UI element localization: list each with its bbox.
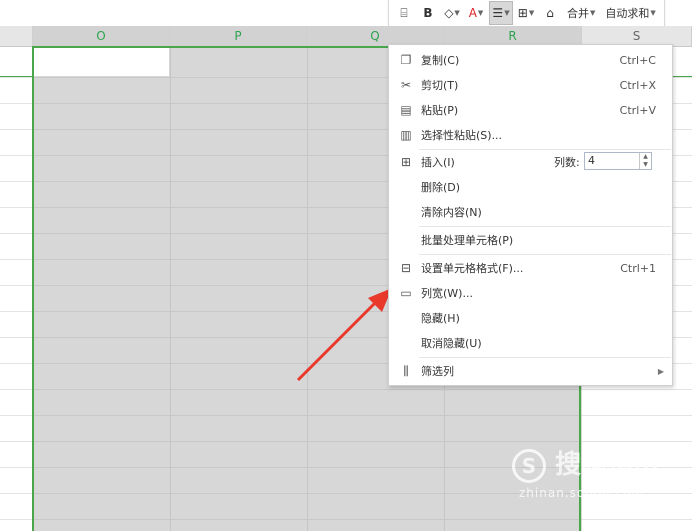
paste-special-icon: ▥ xyxy=(400,128,412,142)
watermark-url: zhinan.sogou.com xyxy=(519,486,645,500)
menu-item-format-cells[interactable]: ⊟ 设置单元格格式(F)... Ctrl+1 xyxy=(389,256,672,280)
menu-item-label: 插入(I) xyxy=(421,156,455,169)
menu-item-cut[interactable]: ✂ 剪切(T) Ctrl+X xyxy=(389,73,672,97)
watermark-logo-icon: S xyxy=(512,448,546,483)
menu-separator xyxy=(419,254,671,255)
menu-item-label: 粘贴(P) xyxy=(421,104,459,117)
menu-item-insert[interactable]: ⊞ 插入(I) 列数: 4 ▲ ▼ xyxy=(389,150,672,174)
column-count-input[interactable]: 4 ▲ ▼ xyxy=(584,152,652,170)
column-count-spinner[interactable]: ▲ ▼ xyxy=(639,153,651,169)
menu-item-label: 删除(D) xyxy=(421,181,461,194)
menu-item-label: 筛选列 xyxy=(421,365,454,378)
insert-columns-icon: ⊞ xyxy=(400,155,412,169)
context-menu: ❐ 复制(C) Ctrl+C ✂ 剪切(T) Ctrl+X ▤ 粘贴(P) Ct… xyxy=(388,44,673,386)
paste-icon: ▤ xyxy=(400,103,412,117)
copy-icon: ❐ xyxy=(400,53,412,67)
menu-item-paste-special[interactable]: ▥ 选择性粘贴(S)... xyxy=(389,123,672,147)
menu-separator xyxy=(419,226,671,227)
menu-item-label: 清除内容(N) xyxy=(421,206,482,219)
menu-item-batch-process[interactable]: 批量处理单元格(P) xyxy=(389,228,672,252)
menu-item-label: 剪切(T) xyxy=(421,79,459,92)
menu-item-label: 设置单元格格式(F)... xyxy=(421,262,524,275)
shortcut-label: Ctrl+1 xyxy=(620,261,656,275)
menu-separator xyxy=(419,357,671,358)
column-width-icon: ▭ xyxy=(400,286,412,300)
menu-item-label: 批量处理单元格(P) xyxy=(421,234,514,247)
menu-item-label: 选择性粘贴(S)... xyxy=(421,129,503,142)
menu-item-label: 隐藏(H) xyxy=(421,312,460,325)
shortcut-label: Ctrl+C xyxy=(619,53,656,67)
shortcut-label: Ctrl+X xyxy=(619,78,656,92)
column-count-value: 4 xyxy=(588,154,595,167)
filter-columns-icon: ⫼ xyxy=(403,364,409,378)
watermark-text: 搜狗指南 xyxy=(555,450,660,480)
menu-item-filter-column[interactable]: ⫼ 筛选列 ▶ xyxy=(389,359,672,383)
menu-item-copy[interactable]: ❐ 复制(C) Ctrl+C xyxy=(389,48,672,72)
spin-up-icon[interactable]: ▲ xyxy=(640,153,651,161)
menu-item-delete[interactable]: 删除(D) xyxy=(389,175,672,199)
menu-item-column-width[interactable]: ▭ 列宽(W)... xyxy=(389,281,672,305)
menu-item-label: 复制(C) xyxy=(421,54,460,67)
scissors-icon: ✂ xyxy=(400,78,412,92)
menu-item-hide[interactable]: 隐藏(H) xyxy=(389,306,672,330)
chevron-right-icon: ▶ xyxy=(657,366,664,376)
menu-item-paste[interactable]: ▤ 粘贴(P) Ctrl+V xyxy=(389,98,672,122)
menu-item-clear-contents[interactable]: 清除内容(N) xyxy=(389,200,672,224)
menu-item-label: 列宽(W)... xyxy=(421,287,473,300)
spin-down-icon[interactable]: ▼ xyxy=(640,161,651,169)
arrow-shaft xyxy=(296,298,380,382)
menu-item-unhide[interactable]: 取消隐藏(U) xyxy=(389,331,672,355)
menu-item-label: 取消隐藏(U) xyxy=(421,337,482,350)
format-cells-icon: ⊟ xyxy=(400,261,412,275)
shortcut-label: Ctrl+V xyxy=(619,103,656,117)
watermark: S 搜狗指南 xyxy=(512,444,659,483)
column-count-label: 列数: xyxy=(554,156,580,169)
